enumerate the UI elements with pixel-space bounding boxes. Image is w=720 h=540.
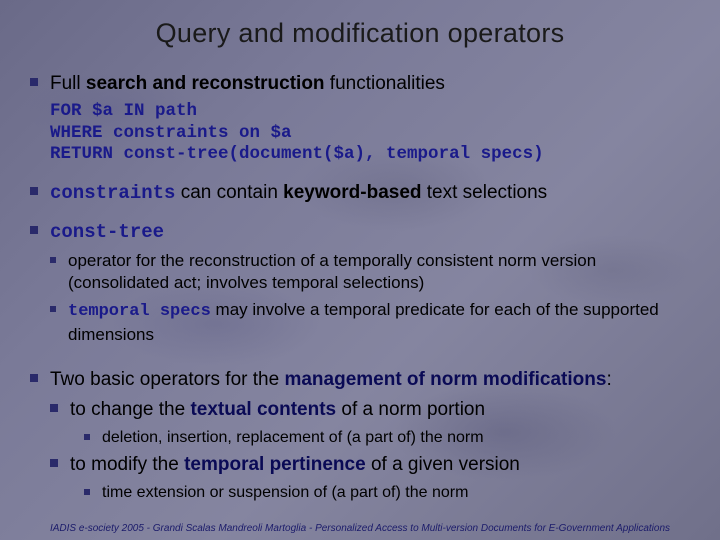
bullet-3b: temporal specs may involve a temporal pr… <box>50 299 690 347</box>
square-bullet-icon <box>50 459 58 467</box>
bullet-3: const-tree <box>30 219 690 246</box>
slide-footer: IADIS e-society 2005 - Grandi Scalas Man… <box>0 523 720 534</box>
square-bullet-icon <box>50 257 56 263</box>
bullet-4-text: Two basic operators for the management o… <box>50 367 612 393</box>
bullet-1-text: Full search and reconstruction functiona… <box>50 71 445 97</box>
bullet-4: Two basic operators for the management o… <box>30 367 690 393</box>
slide-title: Query and modification operators <box>30 18 690 49</box>
bullet-4a-text: to change the textual contents of a norm… <box>70 397 485 423</box>
square-bullet-icon <box>30 226 38 234</box>
square-bullet-icon <box>30 374 38 382</box>
bullet-4a1-text: deletion, insertion, replacement of (a p… <box>102 427 484 449</box>
square-bullet-icon <box>30 187 38 195</box>
bullet-3a: operator for the reconstruction of a tem… <box>50 250 690 296</box>
square-bullet-icon <box>84 434 90 440</box>
bullet-2: constraints can contain keyword-based te… <box>30 180 690 207</box>
square-bullet-icon <box>30 78 38 86</box>
bullet-4b1-text: time extension or suspension of (a part … <box>102 482 468 504</box>
bullet-4b-text: to modify the temporal pertinence of a g… <box>70 452 520 478</box>
square-bullet-icon <box>50 404 58 412</box>
bullet-2-text: constraints can contain keyword-based te… <box>50 180 547 207</box>
bullet-1: Full search and reconstruction functiona… <box>30 71 690 97</box>
bullet-4b1: time extension or suspension of (a part … <box>84 482 690 504</box>
code-block: FOR $a IN path WHERE constraints on $a R… <box>50 101 690 167</box>
square-bullet-icon <box>84 489 90 495</box>
bullet-4b: to modify the temporal pertinence of a g… <box>50 452 690 478</box>
bullet-4a: to change the textual contents of a norm… <box>50 397 690 423</box>
bullet-3-text: const-tree <box>50 219 164 246</box>
bullet-3b-text: temporal specs may involve a temporal pr… <box>68 299 690 347</box>
square-bullet-icon <box>50 306 56 312</box>
bullet-3a-text: operator for the reconstruction of a tem… <box>68 250 690 296</box>
bullet-4a1: deletion, insertion, replacement of (a p… <box>84 427 690 449</box>
